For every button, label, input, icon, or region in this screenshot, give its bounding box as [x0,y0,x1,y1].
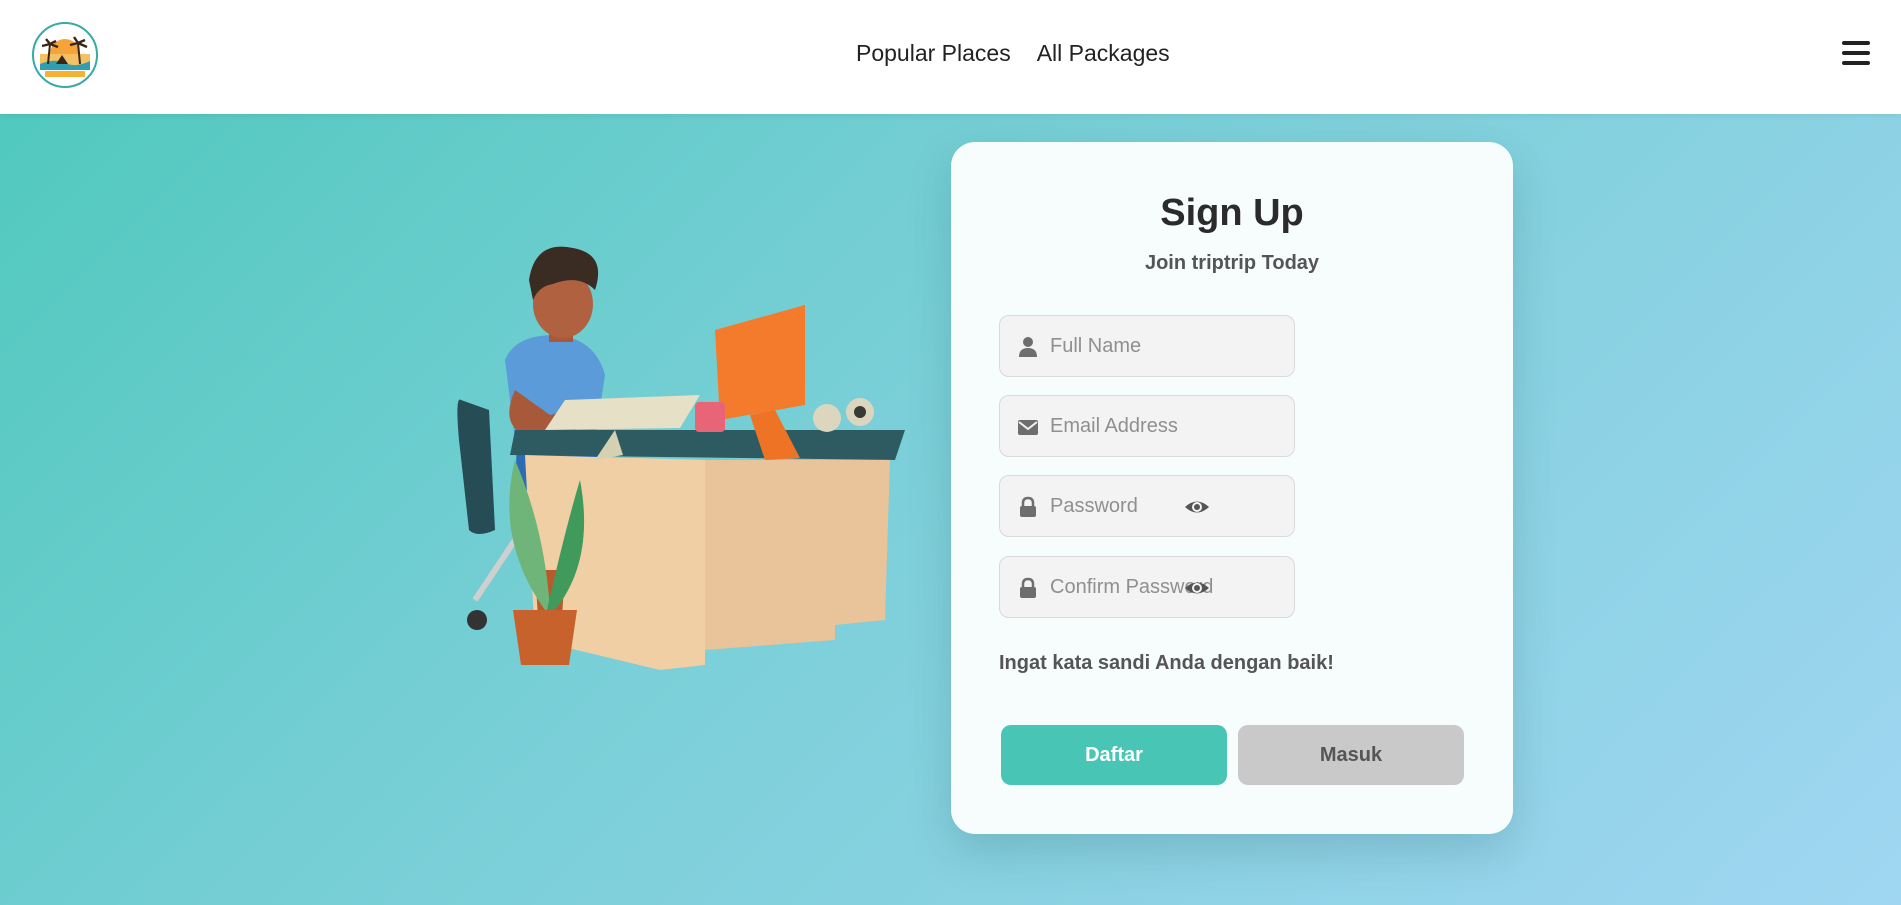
navbar: Popular Places All Packages [0,0,1901,114]
email-input[interactable] [1050,396,1286,456]
page-title: Sign Up [1160,192,1304,234]
hamburger-menu-icon[interactable] [1841,38,1871,68]
signup-card: Sign Up Join triptrip Today Full Name Em… [951,142,1513,834]
nav-link-all-packages[interactable]: All Packages [1037,40,1170,67]
full-name-input[interactable] [1050,316,1286,376]
password-reminder-note: Ingat kata sandi Anda dengan baik! [999,652,1334,674]
eye-icon[interactable] [1184,577,1210,599]
eye-icon[interactable] [1184,496,1210,518]
user-icon [1019,337,1037,357]
register-button[interactable]: Daftar [1001,725,1227,785]
page-subtitle: Join triptrip Today [1144,252,1320,274]
email-field[interactable] [999,395,1295,457]
password-field[interactable] [999,475,1295,537]
envelope-icon [1018,420,1038,435]
lock-icon [1020,577,1036,598]
confirm-password-field[interactable] [999,556,1295,618]
nav-links: Popular Places All Packages [856,40,1170,67]
logo-icon [40,36,90,77]
password-input[interactable] [1050,476,1286,536]
confirm-password-input[interactable] [1050,557,1286,617]
full-name-field[interactable] [999,315,1295,377]
logo[interactable] [32,22,98,88]
nav-link-popular-places[interactable]: Popular Places [856,40,1011,67]
hero-illustration [455,240,905,670]
lock-icon [1020,496,1036,517]
login-button[interactable]: Masuk [1238,725,1464,785]
